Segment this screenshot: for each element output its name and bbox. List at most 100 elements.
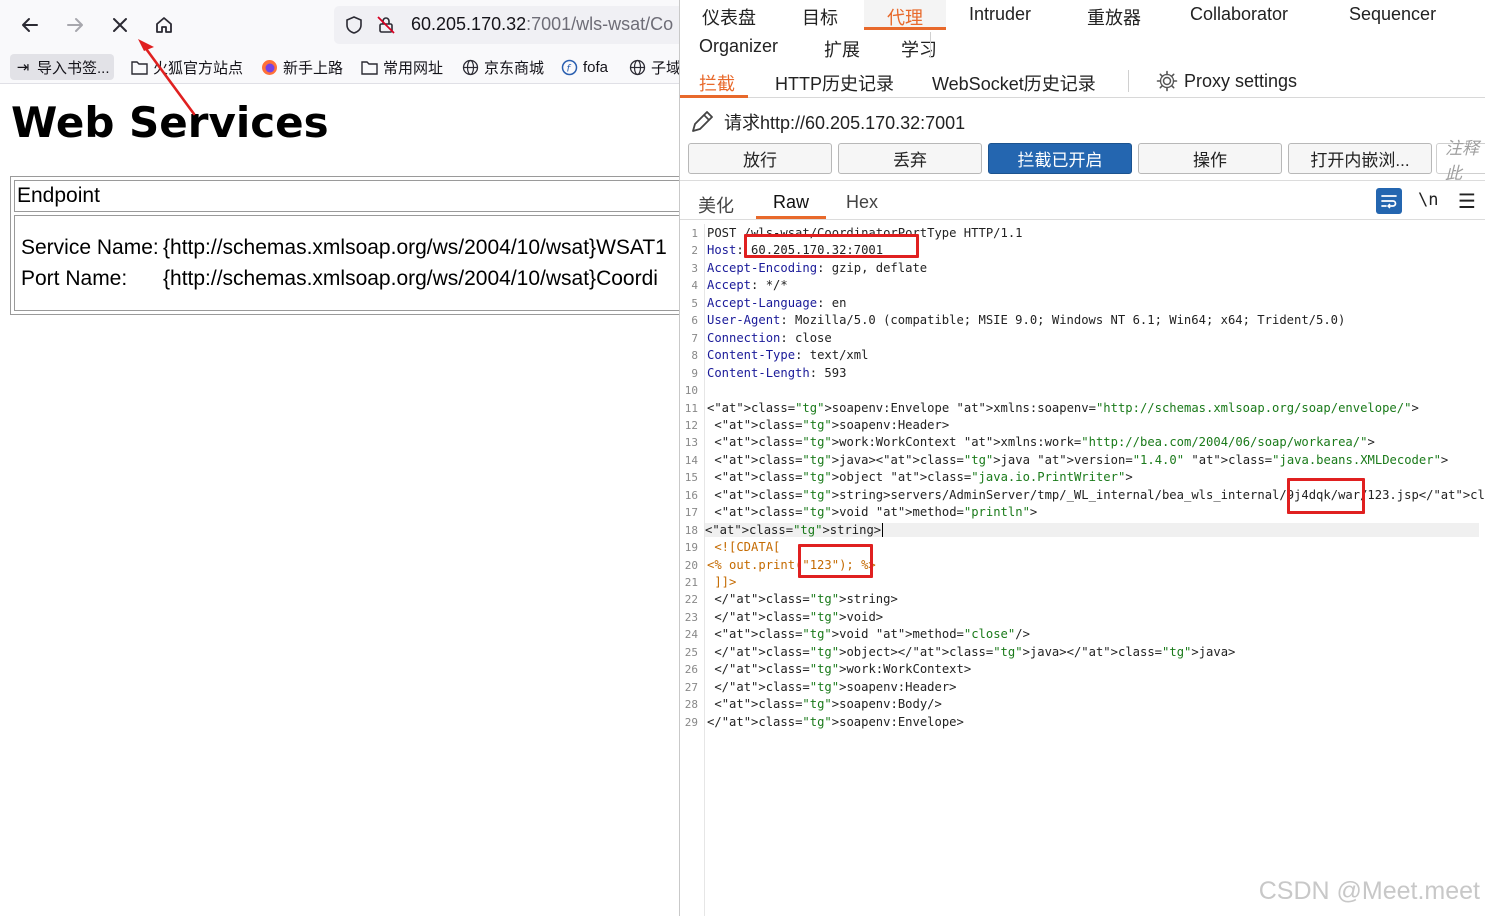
bookmark-label: 京东商城 <box>484 59 545 77</box>
subtab-intercept[interactable]: 拦截 <box>699 70 735 96</box>
line-number: 20 <box>684 559 698 572</box>
proxy-subtabs: 拦截 HTTP历史记录 WebSocket历史记录 Proxy settings <box>680 64 1485 98</box>
bookmark-getting-started[interactable]: 新手上路 <box>256 54 347 80</box>
home-icon[interactable] <box>147 8 181 42</box>
tab-extensions[interactable]: 扩展 <box>824 36 860 62</box>
line-number: 18 <box>684 524 698 537</box>
line-number: 12 <box>684 419 698 432</box>
line-number: 25 <box>684 646 698 659</box>
url-bar[interactable]: 60.205.170.32:7001/wls-wsat/Co <box>334 6 679 44</box>
editor-tab-pretty[interactable]: 美化 <box>698 192 734 218</box>
tab-sequencer[interactable]: Sequencer <box>1349 4 1436 25</box>
bookmark-import[interactable]: ⇥ 导入书签... <box>10 54 114 80</box>
insecure-lock-icon[interactable] <box>376 15 396 35</box>
line-number: 23 <box>684 611 698 624</box>
subtab-http-history[interactable]: HTTP历史记录 <box>775 70 894 96</box>
line-number: 13 <box>684 436 698 449</box>
line-number: 19 <box>684 541 698 554</box>
highlight-host <box>744 234 919 258</box>
code-line: Accept: */* <box>707 278 788 292</box>
endpoint-header: Endpoint <box>17 184 100 207</box>
hamburger-menu-icon[interactable]: ☰ <box>1458 189 1476 214</box>
highlight-jsp-filename <box>1287 478 1365 514</box>
bookmark-label: 导入书签... <box>37 59 110 77</box>
tab-target[interactable]: 目标 <box>802 4 838 30</box>
line-number: 4 <box>691 279 698 292</box>
forward-button[interactable]: 放行 <box>688 143 832 174</box>
drop-button[interactable]: 丢弃 <box>838 143 982 174</box>
code-line: <"at">class="tg">void "at">method="print… <box>707 505 1038 519</box>
open-browser-button[interactable]: 打开内嵌浏... <box>1288 143 1432 174</box>
line-number: 7 <box>691 332 698 345</box>
red-annotation-arrow <box>138 39 196 116</box>
watermark: CSDN @Meet.meet <box>1258 877 1480 905</box>
tab-intruder[interactable]: Intruder <box>969 4 1031 25</box>
show-newlines-button[interactable]: \n <box>1418 190 1438 210</box>
tab-collaborator[interactable]: Collaborator <box>1190 4 1288 25</box>
bookmark-label: fofa <box>583 58 609 76</box>
tab-learn[interactable]: 学习 <box>901 36 937 62</box>
line-number: 2 <box>691 244 698 257</box>
url-text[interactable]: 60.205.170.32:7001/wls-wsat/Co <box>411 14 673 35</box>
folder-icon <box>360 58 378 76</box>
code-line: </"at">class="tg">work:WorkContext> <box>707 662 972 676</box>
proxy-settings-button[interactable]: Proxy settings <box>1156 70 1297 92</box>
service-name-label: Service Name: <box>21 236 159 259</box>
tab-organizer[interactable]: Organizer <box>699 36 778 57</box>
editor-tab-raw[interactable]: Raw <box>756 192 826 213</box>
shield-icon[interactable] <box>344 15 364 35</box>
editor-tabs: 美化 Raw Hex \n ☰ <box>680 186 1485 220</box>
endpoint-table: Endpoint Service Name: {http://schemas.xm… <box>10 176 679 315</box>
tab-dashboard[interactable]: 仪表盘 <box>702 4 756 30</box>
subtab-active-indicator <box>680 95 748 98</box>
code-line: Accept-Language: en <box>707 296 847 310</box>
editor-tab-hex[interactable]: Hex <box>846 192 878 213</box>
fofa-icon: f <box>560 58 578 76</box>
tab-repeater[interactable]: 重放器 <box>1087 4 1141 30</box>
pencil-icon[interactable] <box>688 108 716 136</box>
editor-divider <box>680 180 1485 181</box>
editor-tab-active-indicator <box>756 216 826 219</box>
firefox-icon <box>260 58 278 76</box>
line-number: 3 <box>691 262 698 275</box>
code-line: <"at">class="tg">soapenv:Header> <box>707 418 950 432</box>
browser-window: 60.205.170.32:7001/wls-wsat/Co ⇥ 导入书签...… <box>0 0 679 916</box>
request-editor[interactable]: 1 POST /wls-wsat/CoordinatorPortType HTTP… <box>680 224 1485 916</box>
code-line: </"at">class="tg">soapenv:Header> <box>707 680 957 694</box>
service-name-value: {http://schemas.xmlsoap.org/ws/2004/10/w… <box>163 236 667 259</box>
tab-divider <box>930 32 931 58</box>
burp-suite-window: 仪表盘 目标 代理 Intruder 重放器 Collaborator Sequ… <box>679 0 1485 916</box>
line-number: 14 <box>684 454 698 467</box>
port-name-value: {http://schemas.xmlsoap.org/ws/2004/10/w… <box>163 267 658 290</box>
intercept-toggle-button[interactable]: 拦截已开启 <box>988 143 1132 174</box>
bookmark-fofa[interactable]: f fofa <box>556 54 612 80</box>
svg-text:f: f <box>566 63 571 74</box>
code-line: Content-Length: 593 <box>707 366 847 380</box>
line-number: 11 <box>684 402 698 415</box>
endpoint-header-cell: Endpoint <box>14 180 679 212</box>
line-number: 17 <box>684 506 698 519</box>
code-line: <"at">class="tg">object "at">class="java… <box>707 470 1133 484</box>
import-icon: ⇥ <box>16 59 30 76</box>
code-line: <"at">class="tg">string> <box>705 523 1479 537</box>
line-number: 6 <box>691 314 698 327</box>
service-name-row: Service Name: {http://schemas.xmlsoap.org… <box>21 236 667 260</box>
subtab-websocket-history[interactable]: WebSocket历史记录 <box>932 70 1096 96</box>
comment-field[interactable]: 注释此 <box>1436 139 1485 183</box>
code-line: </"at">class="tg">string> <box>707 592 898 606</box>
close-icon[interactable] <box>103 8 137 42</box>
code-line: Accept-Encoding: gzip, deflate <box>707 261 928 275</box>
url-path: :7001/wls-wsat/Co <box>526 14 674 34</box>
word-wrap-icon[interactable] <box>1376 188 1402 214</box>
tab-proxy[interactable]: 代理 <box>864 0 946 30</box>
bookmark-common-sites[interactable]: 常用网址 <box>356 54 447 80</box>
bookmark-jd[interactable]: 京东商城 <box>457 54 548 80</box>
request-target-label: 请求http://60.205.170.32:7001 <box>724 113 966 133</box>
arrow-left-icon[interactable] <box>13 8 47 42</box>
line-number: 24 <box>684 628 698 641</box>
code-line: </"at">class="tg">object></"at">class="t… <box>707 645 1236 659</box>
arrow-right-icon[interactable] <box>58 8 92 42</box>
action-button[interactable]: 操作 <box>1138 143 1282 174</box>
bookmark-subdomain[interactable]: 子域 <box>624 54 679 80</box>
line-number: 9 <box>691 367 698 380</box>
